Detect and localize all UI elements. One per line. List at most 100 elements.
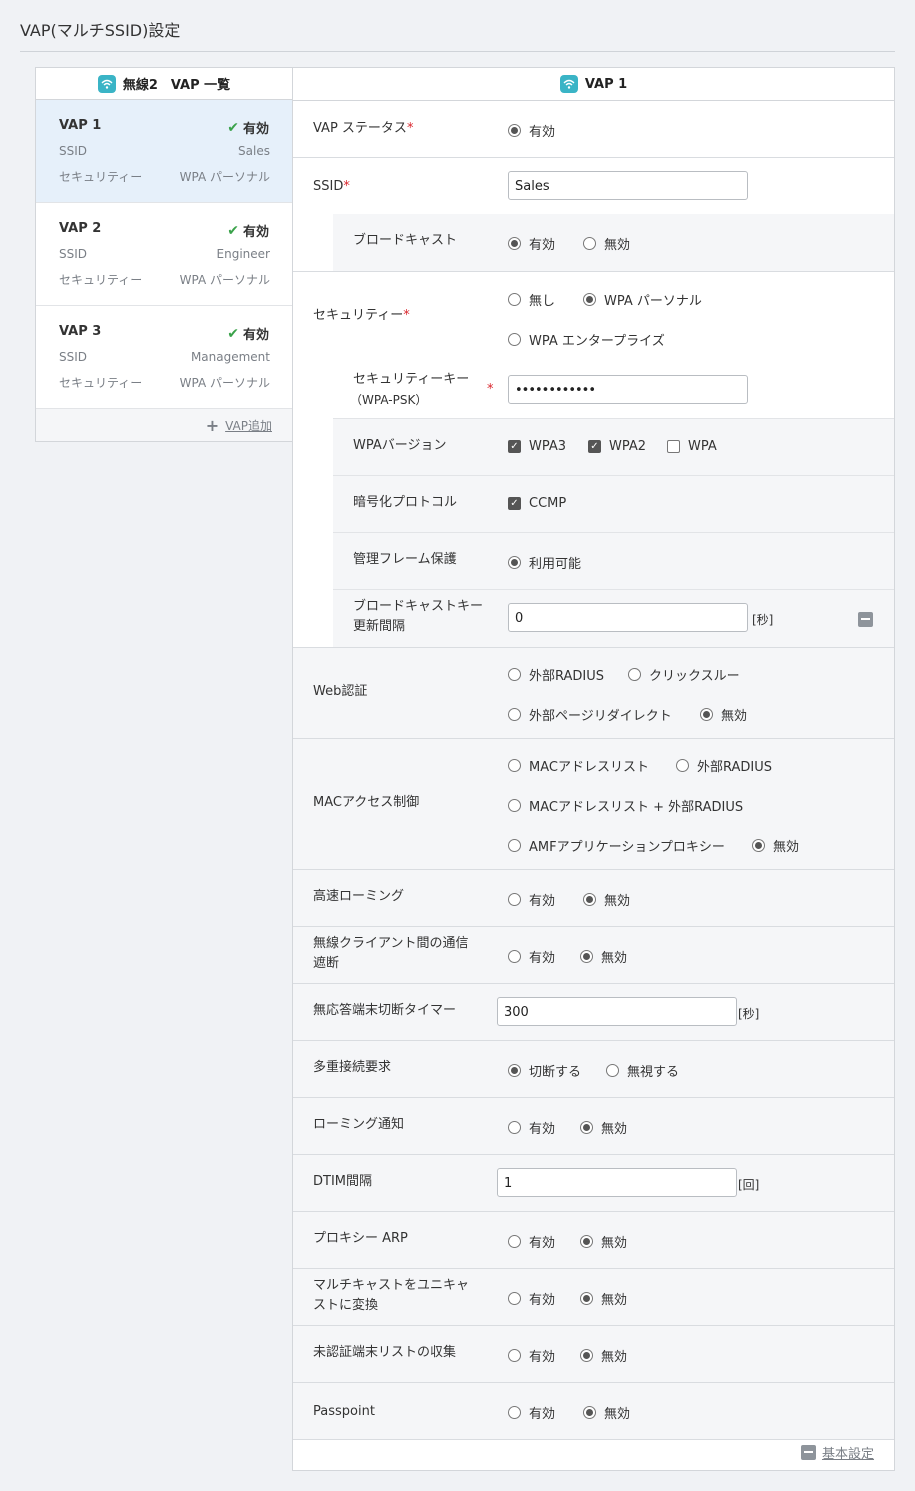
basic-settings-footer: 基本設定 <box>800 1443 874 1462</box>
collapse-icon[interactable] <box>800 1445 816 1460</box>
check-icon: ✔ <box>227 222 239 239</box>
collapse-icon[interactable] <box>858 612 873 627</box>
mc2uc-enabled-radio[interactable]: 有効 <box>508 1289 555 1308</box>
client-isolation-enabled-radio[interactable]: 有効 <box>508 947 555 966</box>
cipher-label: 暗号化プロトコル <box>353 495 458 510</box>
web-auth-row: Web認証 外部RADIUS クリックスルー 外部ページリダイレクト 無効 <box>293 648 894 739</box>
security-key-label: セキュリティーキー <box>353 372 470 387</box>
pmf-available-radio[interactable]: 利用可能 <box>508 553 581 572</box>
client-isolation-sublabel: 遮断 <box>313 956 340 971</box>
wpa-checkbox[interactable]: WPA <box>667 439 717 454</box>
fast-roaming-enabled-radio[interactable]: 有効 <box>508 890 555 909</box>
web-auth-label: Web認証 <box>313 684 368 699</box>
vap-list-item-1[interactable]: VAP 1 ✔ 有効 SSID Sales セキュリティー WPA パーソナル <box>36 100 292 203</box>
ssid-row: SSID* Sales ブロードキャスト 有効 無効 <box>293 158 894 272</box>
page-title: VAP(マルチSSID)設定 <box>20 21 181 40</box>
ssid-input[interactable]: Sales <box>508 171 748 200</box>
client-isolation-label: 無線クライアント間の通信 <box>313 936 469 951</box>
dtim-input[interactable]: 1 <box>497 1168 737 1197</box>
vap-list-item-2[interactable]: VAP 2 ✔ 有効 SSID Engineer セキュリティー WPA パーソナル <box>36 203 292 306</box>
status-badge: ✔ 有効 <box>227 119 269 138</box>
divider <box>20 51 895 52</box>
wifi-icon <box>97 74 116 93</box>
add-vap-link[interactable]: VAP追加 <box>225 417 272 434</box>
check-icon: ✔ <box>227 325 239 342</box>
mc2uc-sublabel: ストに変換 <box>313 1298 379 1313</box>
passpoint-enabled-radio[interactable]: 有効 <box>508 1403 555 1422</box>
security-none-radio[interactable]: 無し <box>508 290 555 309</box>
vap-status-row: VAP ステータス* 有効 <box>293 101 894 158</box>
unauth-list-disabled-radio[interactable]: 無効 <box>580 1346 627 1365</box>
broadcast-label: ブロードキャスト <box>353 233 458 248</box>
ccmp-checkbox[interactable]: ✓ CCMP <box>508 496 566 511</box>
bcast-key-interval-input[interactable]: 0 <box>508 603 748 632</box>
passpoint-disabled-radio[interactable]: 無効 <box>583 1403 630 1422</box>
vap-settings-panel: VAP 1 VAP ステータス* 有効 SSID* Sales ブロードキャスト… <box>292 67 895 1471</box>
pmf-label: 管理フレーム保護 <box>353 552 457 567</box>
vap-status-label: VAP ステータス <box>313 121 407 136</box>
security-label: セキュリティー <box>313 308 404 323</box>
security-key-sublabel: （WPA-PSK） <box>350 393 428 407</box>
broadcast-enabled-radio[interactable]: 有効 <box>508 234 555 253</box>
fast-roaming-disabled-radio[interactable]: 無効 <box>583 890 630 909</box>
proxy-arp-row: プロキシー ARP 有効 無効 <box>293 1212 894 1269</box>
passpoint-label: Passpoint <box>313 1404 375 1419</box>
plus-icon: + <box>205 415 220 435</box>
security-key-row: セキュリティーキー （WPA-PSK） * •••••••••••• <box>333 362 894 419</box>
roaming-notify-enabled-radio[interactable]: 有効 <box>508 1118 555 1137</box>
basic-settings-link[interactable]: 基本設定 <box>822 1443 874 1462</box>
web-auth-clickthrough-radio[interactable]: クリックスルー <box>628 665 740 684</box>
security-key-input[interactable]: •••••••••••• <box>508 375 748 404</box>
mac-acl-row: MACアクセス制御 MACアドレスリスト 外部RADIUS MACアドレスリスト… <box>293 739 894 870</box>
idle-timer-label: 無応答端末切断タイマー <box>313 1003 457 1018</box>
proxy-arp-disabled-radio[interactable]: 無効 <box>580 1232 627 1251</box>
web-auth-radius-radio[interactable]: 外部RADIUS <box>508 665 604 684</box>
vap-list-header: 無線2 VAP 一覧 <box>36 68 292 100</box>
roaming-notify-label: ローミング通知 <box>313 1117 405 1132</box>
unauth-list-label: 未認証端末リストの収集 <box>313 1345 457 1360</box>
wpa2-checkbox[interactable]: ✓ WPA2 <box>588 439 646 454</box>
web-auth-disabled-radio[interactable]: 無効 <box>700 705 747 724</box>
unauth-list-row: 未認証端末リストの収集 有効 無効 <box>293 1326 894 1383</box>
mac-acl-list-radius-radio[interactable]: MACアドレスリスト + 外部RADIUS <box>508 796 743 815</box>
broadcast-disabled-radio[interactable]: 無効 <box>583 234 630 253</box>
idle-timer-input[interactable]: 300 <box>497 997 737 1026</box>
mac-acl-label: MACアクセス制御 <box>313 795 420 810</box>
vap-status-enabled-radio[interactable]: 有効 <box>508 121 555 140</box>
client-isolation-disabled-radio[interactable]: 無効 <box>580 947 627 966</box>
dtim-unit: [回] <box>738 1178 760 1192</box>
multi-conn-row: 多重接続要求 切断する 無視する <box>293 1041 894 1098</box>
ssid-value: Management <box>190 350 270 364</box>
multi-conn-disconnect-radio[interactable]: 切断する <box>508 1061 581 1080</box>
idle-timer-unit: [秒] <box>738 1007 760 1021</box>
vap-list-item-3[interactable]: VAP 3 ✔ 有効 SSID Management セキュリティー WPA パーソナ… <box>36 306 292 409</box>
ssid-label: SSID <box>59 350 88 364</box>
dtim-label: DTIM間隔 <box>313 1174 373 1189</box>
vap-settings-header: VAP 1 <box>293 68 894 101</box>
security-wpa-personal-radio[interactable]: WPA パーソナル <box>583 290 702 309</box>
status-badge: ✔ 有効 <box>227 222 269 241</box>
broadcast-row: ブロードキャスト 有効 無効 <box>333 214 894 271</box>
roaming-notify-disabled-radio[interactable]: 無効 <box>580 1118 627 1137</box>
mac-acl-radius-radio[interactable]: 外部RADIUS <box>676 756 772 775</box>
mac-acl-list-radio[interactable]: MACアドレスリスト <box>508 756 649 775</box>
web-auth-redirect-radio[interactable]: 外部ページリダイレクト <box>508 705 672 724</box>
proxy-arp-enabled-radio[interactable]: 有効 <box>508 1232 555 1251</box>
mac-acl-disabled-radio[interactable]: 無効 <box>752 836 799 855</box>
roaming-notify-row: ローミング通知 有効 無効 <box>293 1098 894 1155</box>
ssid-label: SSID <box>59 247 88 261</box>
security-row: セキュリティー* 無し WPA パーソナル WPA エンタープライズ セキュリテ… <box>293 272 894 648</box>
unauth-list-enabled-radio[interactable]: 有効 <box>508 1346 555 1365</box>
security-label: セキュリティー <box>59 376 143 390</box>
bcast-key-unit: [秒] <box>752 613 774 627</box>
multi-conn-label: 多重接続要求 <box>313 1060 392 1075</box>
mc2uc-disabled-radio[interactable]: 無効 <box>580 1289 627 1308</box>
security-wpa-enterprise-radio[interactable]: WPA エンタープライズ <box>508 330 665 349</box>
mac-acl-amf-radio[interactable]: AMFアプリケーションプロキシー <box>508 836 725 855</box>
multi-conn-ignore-radio[interactable]: 無視する <box>606 1061 679 1080</box>
mc2uc-row: マルチキャストをユニキャ ストに変換 有効 無効 <box>293 1269 894 1326</box>
ssid-value: Sales <box>238 144 270 158</box>
pmf-row: 管理フレーム保護 利用可能 <box>333 533 894 590</box>
wpa3-checkbox[interactable]: ✓ WPA3 <box>508 439 566 454</box>
bcast-key-label: ブロードキャストキー <box>353 599 484 614</box>
